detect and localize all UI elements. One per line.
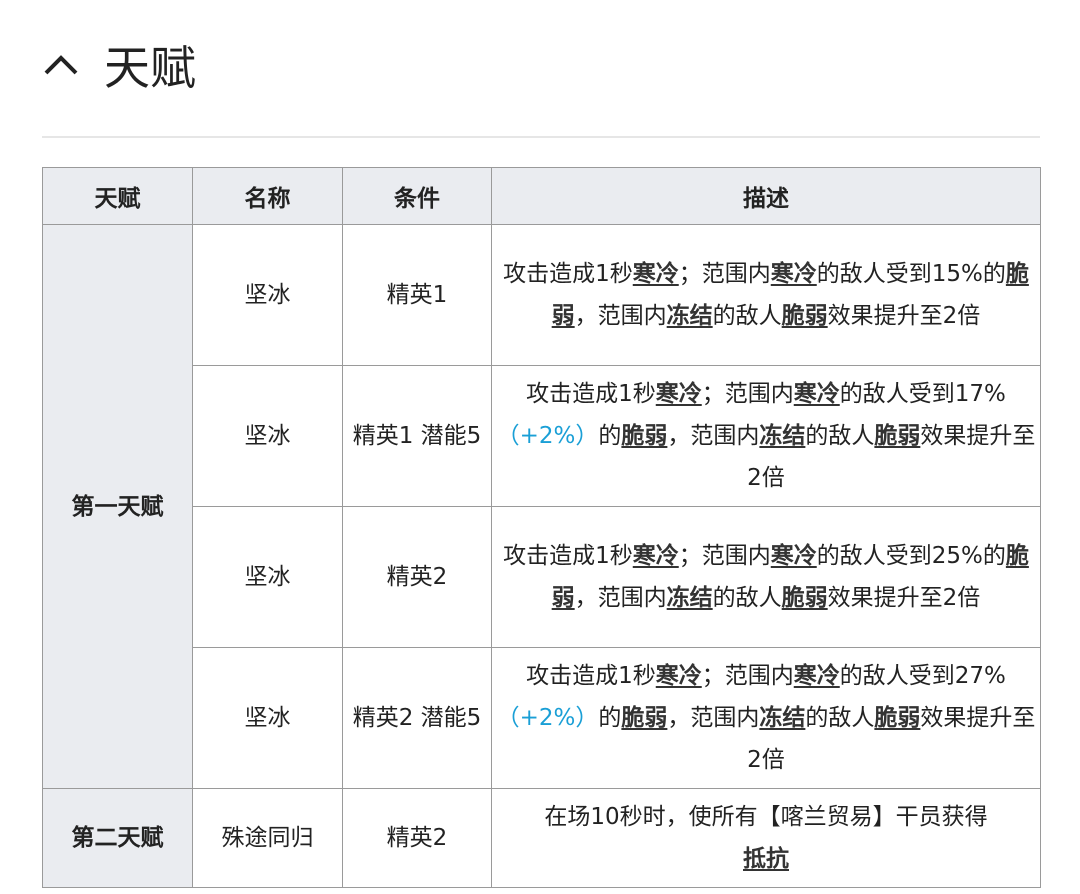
- talent-table: 天赋 名称 条件 描述 第一天赋 坚冰 精英1 攻击造成1秒寒冷；范围内寒冷的敌…: [42, 167, 1041, 888]
- table-row: 坚冰 精英2 攻击造成1秒寒冷；范围内寒冷的敌人受到25%的脆弱，范围内冻结的敌…: [43, 506, 1041, 648]
- talent-condition: 精英2: [342, 788, 492, 888]
- talent-name: 坚冰: [192, 224, 343, 366]
- table-row: 第一天赋 坚冰 精英1 攻击造成1秒寒冷；范围内寒冷的敌人受到15%的脆弱，范围…: [42, 224, 1041, 789]
- desc-text: 的敌人受到17%: [839, 381, 1006, 407]
- desc-text: 的敌人: [805, 705, 875, 731]
- desc-text: 攻击造成1秒: [503, 261, 633, 287]
- talent-group-label: 第一天赋: [42, 224, 193, 789]
- talent-name: 坚冰: [192, 647, 343, 789]
- talent-name: 坚冰: [192, 365, 343, 507]
- keyword-link-fragile[interactable]: 脆弱: [874, 705, 920, 731]
- desc-text: 的: [598, 423, 622, 449]
- col-header-name: 名称: [192, 167, 343, 225]
- section-header: 天赋: [42, 30, 196, 100]
- keyword-link-fragile[interactable]: 脆弱: [621, 705, 667, 731]
- talent-condition: 精英2: [342, 506, 492, 648]
- desc-text: 的: [598, 705, 622, 731]
- keyword-link-cold[interactable]: 寒冷: [633, 543, 679, 569]
- keyword-link-resistance[interactable]: 抵抗: [743, 846, 789, 872]
- section-title: 天赋: [104, 41, 196, 95]
- desc-text: 的敌人: [712, 303, 782, 329]
- desc-text: 攻击造成1秒: [503, 543, 633, 569]
- desc-text: 的敌人受到27%: [839, 663, 1006, 689]
- desc-text: ，范围内: [574, 585, 667, 611]
- potential-bonus: （+2%）: [496, 423, 599, 449]
- desc-text: 的敌人: [805, 423, 875, 449]
- table-row: 坚冰 精英2 潜能5 攻击造成1秒寒冷；范围内寒冷的敌人受到27%（+2%）的脆…: [43, 647, 1041, 789]
- keyword-link-fragile[interactable]: 脆弱: [782, 303, 828, 329]
- keyword-link-cold[interactable]: 寒冷: [794, 663, 840, 689]
- table-row: 坚冰 精英1 潜能5 攻击造成1秒寒冷；范围内寒冷的敌人受到17%（+2%）的脆…: [43, 365, 1041, 507]
- keyword-link-fragile[interactable]: 脆弱: [874, 423, 920, 449]
- keyword-link-frozen[interactable]: 冻结: [759, 423, 805, 449]
- desc-text: 的敌人受到25%的: [816, 543, 1006, 569]
- desc-text: 在场10秒时，使所有【喀兰贸易】干员获得: [544, 804, 988, 830]
- potential-bonus: （+2%）: [496, 705, 599, 731]
- col-header-condition: 条件: [342, 167, 492, 225]
- desc-text: ，范围内: [574, 303, 667, 329]
- keyword-link-frozen[interactable]: 冻结: [667, 303, 713, 329]
- keyword-link-cold[interactable]: 寒冷: [794, 381, 840, 407]
- desc-text: ，范围内: [667, 705, 760, 731]
- desc-text: ；范围内: [701, 663, 794, 689]
- desc-text: ，范围内: [667, 423, 760, 449]
- desc-text: 的敌人受到15%的: [816, 261, 1006, 287]
- col-header-description: 描述: [491, 167, 1041, 225]
- talent-description: 攻击造成1秒寒冷；范围内寒冷的敌人受到25%的脆弱，范围内冻结的敌人脆弱效果提升…: [491, 506, 1041, 648]
- keyword-link-frozen[interactable]: 冻结: [759, 705, 805, 731]
- talent-name: 坚冰: [192, 506, 343, 648]
- section-divider: [42, 136, 1040, 138]
- keyword-link-frozen[interactable]: 冻结: [667, 585, 713, 611]
- keyword-link-fragile[interactable]: 脆弱: [621, 423, 667, 449]
- keyword-link-cold[interactable]: 寒冷: [771, 543, 817, 569]
- table-row: 第二天赋 殊途同归 精英2 在场10秒时，使所有【喀兰贸易】干员获得 抵抗: [42, 788, 1041, 888]
- desc-text: 攻击造成1秒: [526, 381, 656, 407]
- keyword-link-fragile[interactable]: 脆弱: [782, 585, 828, 611]
- keyword-link-cold[interactable]: 寒冷: [656, 663, 702, 689]
- desc-text: ；范围内: [701, 381, 794, 407]
- talent-description: 攻击造成1秒寒冷；范围内寒冷的敌人受到15%的脆弱，范围内冻结的敌人脆弱效果提升…: [491, 224, 1041, 366]
- keyword-link-cold[interactable]: 寒冷: [771, 261, 817, 287]
- desc-text: ；范围内: [678, 261, 771, 287]
- desc-text: ；范围内: [678, 543, 771, 569]
- desc-text: 效果提升至2倍: [827, 585, 981, 611]
- keyword-link-cold[interactable]: 寒冷: [633, 261, 679, 287]
- talent-group-label: 第二天赋: [42, 788, 193, 888]
- talent-description: 攻击造成1秒寒冷；范围内寒冷的敌人受到17%（+2%）的脆弱，范围内冻结的敌人脆…: [491, 365, 1041, 507]
- talent-condition: 精英2 潜能5: [342, 647, 492, 789]
- chevron-up-icon[interactable]: [42, 44, 84, 86]
- desc-text: 攻击造成1秒: [526, 663, 656, 689]
- table-header-row: 天赋 名称 条件 描述: [42, 167, 1041, 225]
- col-header-talent: 天赋: [42, 167, 193, 225]
- keyword-link-cold[interactable]: 寒冷: [656, 381, 702, 407]
- desc-text: 的敌人: [712, 585, 782, 611]
- talent-description: 攻击造成1秒寒冷；范围内寒冷的敌人受到27%（+2%）的脆弱，范围内冻结的敌人脆…: [491, 647, 1041, 789]
- talent-description: 在场10秒时，使所有【喀兰贸易】干员获得 抵抗: [491, 788, 1041, 888]
- desc-text: 效果提升至2倍: [827, 303, 981, 329]
- talent-name: 殊途同归: [192, 788, 343, 888]
- talent-condition: 精英1 潜能5: [342, 365, 492, 507]
- talent-condition: 精英1: [342, 224, 492, 366]
